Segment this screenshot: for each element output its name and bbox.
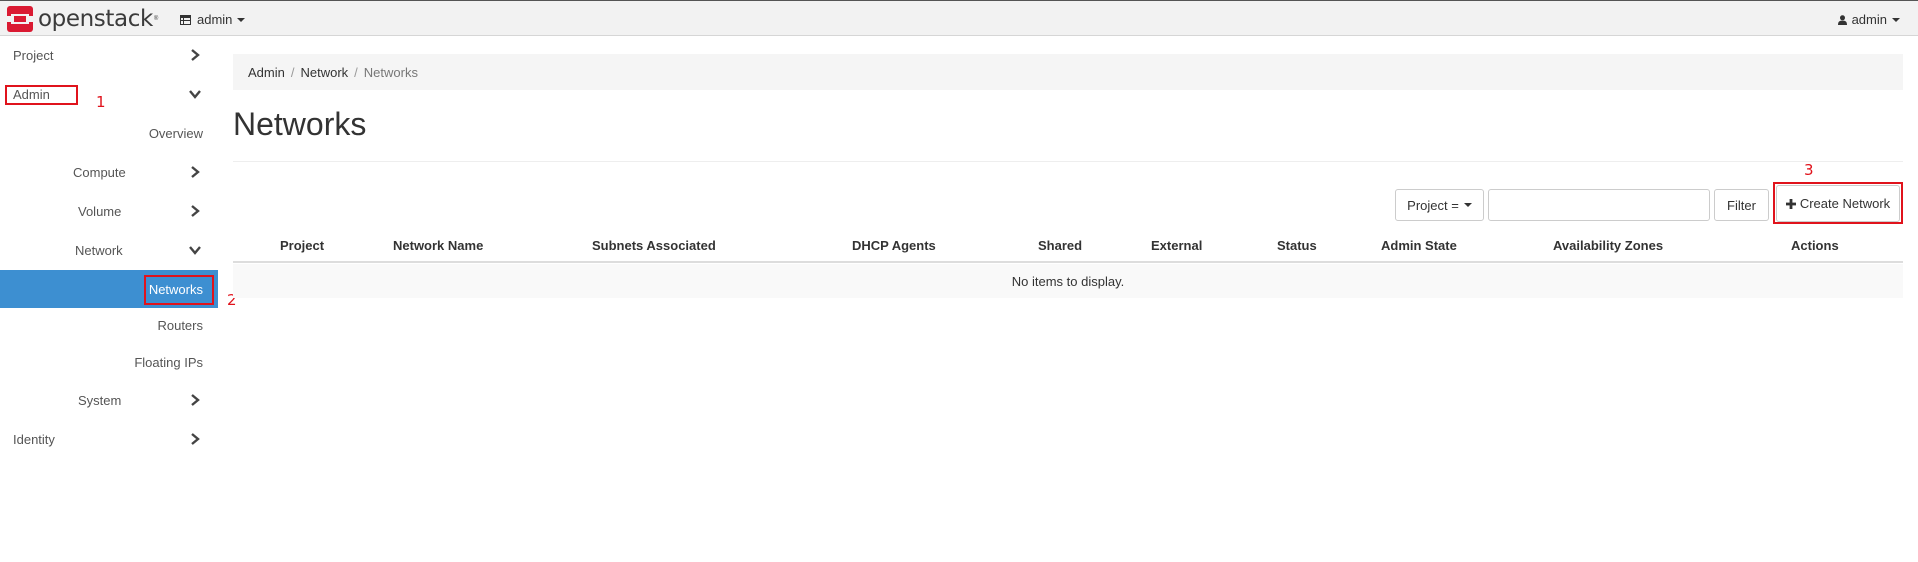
sidebar-item-label: Compute bbox=[73, 164, 126, 180]
openstack-logo-icon bbox=[7, 6, 33, 32]
user-menu[interactable]: admin bbox=[1837, 12, 1900, 27]
filter-field-select[interactable]: Project = bbox=[1395, 189, 1484, 221]
annotation-step-3: 3 bbox=[1804, 161, 1814, 179]
annotation-step-1: 1 bbox=[96, 93, 106, 111]
column-header-network-name[interactable]: Network Name bbox=[393, 238, 483, 253]
sidebar-item-label: Routers bbox=[157, 317, 203, 333]
sidebar-item-label: Project bbox=[13, 47, 54, 63]
column-header-external[interactable]: External bbox=[1151, 238, 1202, 253]
sidebar-item-label: Overview bbox=[148, 125, 203, 141]
sidebar-item-network[interactable]: Network bbox=[0, 235, 218, 265]
column-header-actions: Actions bbox=[1791, 238, 1839, 253]
column-header-admin-state[interactable]: Admin State bbox=[1381, 238, 1457, 253]
brand[interactable]: openstack ® bbox=[6, 5, 158, 33]
sidebar-item-label: Volume bbox=[78, 203, 122, 219]
filter-input[interactable] bbox=[1488, 189, 1710, 221]
sidebar-item-compute[interactable]: Compute bbox=[0, 157, 218, 187]
column-header-availability-zones[interactable]: Availability Zones bbox=[1553, 238, 1663, 253]
brand-trademark: ® bbox=[153, 16, 159, 22]
sidebar-item-identity[interactable]: Identity bbox=[0, 424, 218, 454]
filter-button-label: Filter bbox=[1727, 197, 1756, 213]
annotation-box-admin bbox=[5, 85, 78, 105]
chevron-down-icon bbox=[189, 90, 201, 99]
table-icon bbox=[180, 14, 191, 25]
user-menu-label: admin bbox=[1851, 12, 1887, 27]
sidebar-item-project[interactable]: Project bbox=[0, 40, 218, 70]
page-title: Networks bbox=[233, 106, 367, 142]
create-network-label: Create Network bbox=[1799, 196, 1891, 211]
project-switcher-label: admin bbox=[197, 12, 233, 27]
user-icon bbox=[1837, 14, 1847, 25]
filter-field-label: Project = bbox=[1407, 197, 1459, 213]
empty-message: No items to display. bbox=[1011, 273, 1125, 289]
caret-down-icon bbox=[237, 17, 246, 22]
chevron-right-icon bbox=[191, 49, 200, 61]
project-switcher[interactable]: admin bbox=[180, 12, 246, 27]
create-network-button[interactable]: Create Network bbox=[1776, 185, 1900, 222]
sidebar-item-floating-ips[interactable]: Floating IPs bbox=[0, 347, 218, 377]
sidebar-item-label: System bbox=[78, 392, 122, 408]
filter-button[interactable]: Filter bbox=[1714, 189, 1769, 221]
top-navbar: openstack ® admin admin bbox=[0, 0, 1918, 36]
chevron-right-icon bbox=[191, 433, 200, 445]
sidebar-item-label: Identity bbox=[13, 431, 55, 447]
sidebar-item-routers[interactable]: Routers bbox=[0, 310, 218, 340]
chevron-right-icon bbox=[191, 166, 200, 178]
breadcrumb: Admin / Network / Networks bbox=[233, 54, 1903, 90]
column-header-shared[interactable]: Shared bbox=[1038, 238, 1082, 253]
sidebar-item-system[interactable]: System bbox=[0, 385, 218, 415]
breadcrumb-separator: / bbox=[290, 64, 295, 80]
column-header-subnets-associated[interactable]: Subnets Associated bbox=[592, 238, 716, 253]
sidebar-item-label: Network bbox=[75, 242, 123, 258]
chevron-down-icon bbox=[189, 246, 201, 255]
title-divider bbox=[233, 161, 1903, 162]
column-header-dhcp-agents[interactable]: DHCP Agents bbox=[852, 238, 936, 253]
breadcrumb-networks: Networks bbox=[363, 64, 418, 80]
table-header: Project Network Name Subnets Associated … bbox=[233, 230, 1903, 263]
annotation-box-networks bbox=[144, 275, 214, 305]
caret-down-icon bbox=[1892, 17, 1900, 22]
breadcrumb-separator: / bbox=[354, 64, 358, 80]
plus-icon bbox=[1785, 198, 1796, 209]
table-empty-row: No items to display. bbox=[233, 264, 1903, 298]
breadcrumb-admin[interactable]: Admin bbox=[248, 65, 285, 80]
column-header-status[interactable]: Status bbox=[1277, 238, 1317, 253]
sidebar-item-label: Floating IPs bbox=[134, 354, 203, 370]
breadcrumb-network[interactable]: Network bbox=[300, 65, 348, 80]
chevron-right-icon bbox=[191, 394, 200, 406]
chevron-right-icon bbox=[191, 205, 200, 217]
column-header-project[interactable]: Project bbox=[280, 238, 324, 253]
sidebar-item-volume[interactable]: Volume bbox=[0, 196, 218, 226]
sidebar-item-overview[interactable]: Overview bbox=[0, 118, 218, 148]
brand-name: openstack bbox=[38, 6, 153, 32]
caret-down-icon bbox=[1463, 203, 1472, 207]
